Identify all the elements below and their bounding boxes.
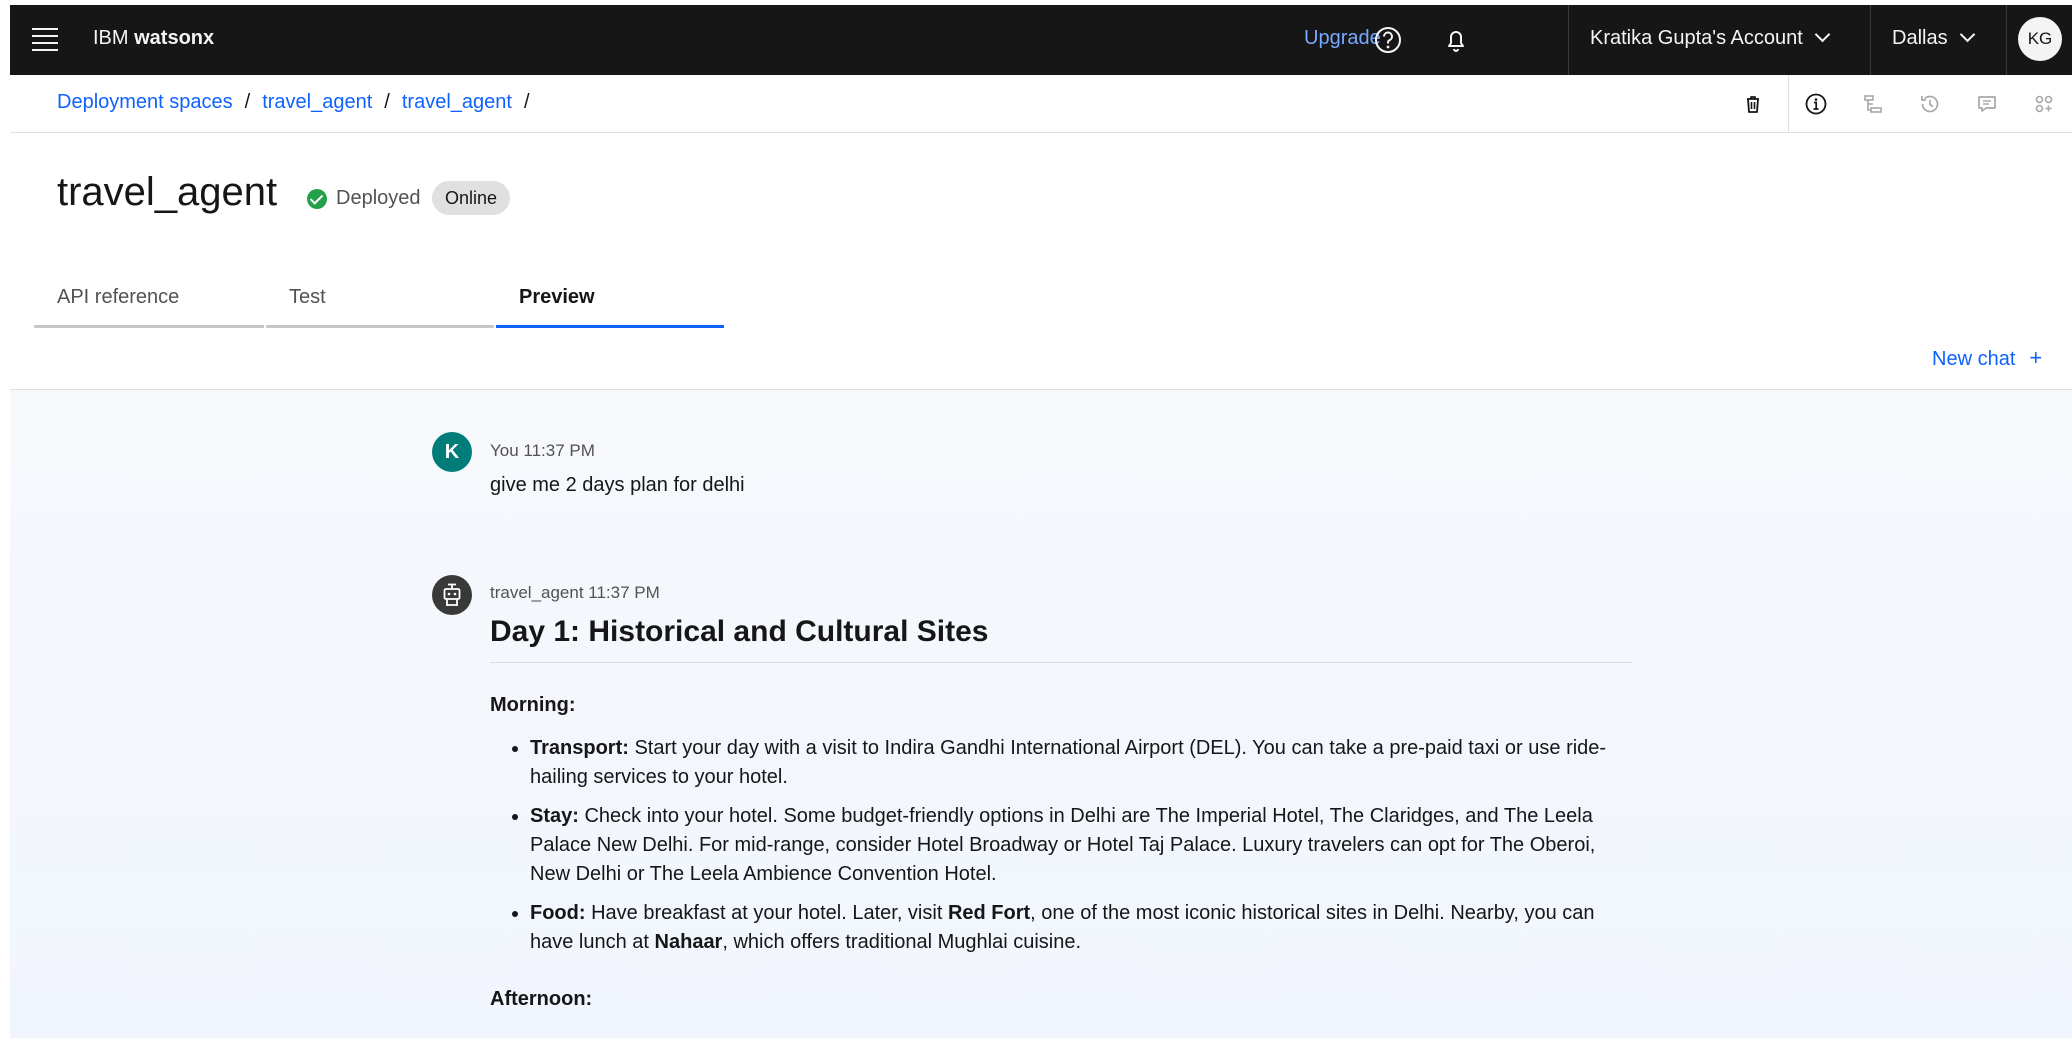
divider bbox=[1870, 5, 1871, 75]
answer-heading: Day 1: Historical and Cultural Sites bbox=[490, 612, 1632, 663]
breadcrumb-separator: / bbox=[523, 91, 530, 113]
region-switcher[interactable]: Dallas bbox=[1892, 26, 1975, 50]
status-label: Deployed bbox=[336, 187, 421, 209]
divider bbox=[2006, 5, 2007, 75]
list-item: Stay: Check into your hotel. Some budget… bbox=[530, 802, 1632, 889]
agent-message-meta: travel_agent 11:37 PM bbox=[490, 583, 660, 602]
account-switcher[interactable]: Kratika Gupta's Account bbox=[1590, 26, 1831, 50]
breadcrumb: Deployment spaces / travel_agent / travel_ag… bbox=[57, 91, 542, 114]
section-afternoon: Afternoon: bbox=[490, 988, 593, 1010]
user-message-text: give me 2 days plan for delhi bbox=[490, 474, 745, 496]
itinerary-list: Transport: Start your day with a visit t… bbox=[490, 734, 1632, 957]
breadcrumb-separator: / bbox=[384, 91, 390, 113]
tab-preview[interactable]: Preview bbox=[496, 282, 724, 328]
tab-test[interactable]: Test bbox=[266, 282, 494, 328]
chevron-down-icon bbox=[1959, 26, 1975, 43]
user-avatar[interactable]: KG bbox=[2018, 17, 2062, 61]
help-icon[interactable] bbox=[1370, 22, 1406, 58]
notification-bell-icon[interactable] bbox=[1438, 22, 1474, 58]
divider bbox=[1568, 5, 1569, 75]
chat-panel[interactable]: K You 11:37 PM give me 2 days plan for d… bbox=[10, 390, 2072, 1038]
list-item: Food: Have breakfast at your hotel. Late… bbox=[530, 899, 1632, 957]
top-nav-bar: IBM watsonx Upgrade Kratika Gupta's Acco… bbox=[10, 5, 2072, 75]
section-morning: Morning: bbox=[490, 694, 576, 716]
new-chat-button[interactable]: New chat + bbox=[1932, 345, 2042, 371]
breadcrumb-separator: / bbox=[244, 91, 251, 113]
breadcrumb-deployment[interactable]: travel_agent bbox=[402, 91, 512, 113]
breadcrumb-bar: Deployment spaces / travel_agent / travel_ag… bbox=[10, 75, 2072, 133]
apps-grid-icon[interactable] bbox=[2031, 91, 2057, 117]
tab-api-reference[interactable]: API reference bbox=[34, 282, 264, 328]
user-message-avatar: K bbox=[432, 432, 472, 472]
hamburger-menu-icon[interactable] bbox=[32, 28, 58, 52]
information-icon[interactable] bbox=[1803, 91, 1829, 117]
breadcrumb-deployment-spaces[interactable]: Deployment spaces bbox=[57, 91, 233, 113]
agent-message-body: Day 1: Historical and Cultural Sites Mor… bbox=[490, 612, 1632, 1028]
user-message-meta: You 11:37 PM bbox=[490, 441, 595, 460]
add-icon: + bbox=[2029, 345, 2043, 370]
comment-icon[interactable] bbox=[1974, 91, 2000, 117]
agent-avatar-robot-icon bbox=[432, 575, 472, 615]
product-name[interactable]: IBM watsonx bbox=[93, 27, 214, 50]
checkmark-filled-icon bbox=[307, 188, 327, 209]
divider bbox=[1788, 75, 1789, 132]
hierarchy-icon[interactable] bbox=[1860, 91, 1886, 117]
page-title: travel_agent bbox=[57, 170, 278, 214]
list-item: Transport: Start your day with a visit t… bbox=[530, 734, 1632, 792]
history-icon[interactable] bbox=[1917, 91, 1943, 117]
online-tag: Online bbox=[432, 181, 511, 215]
delete-trash-icon[interactable] bbox=[1740, 91, 1766, 117]
app-frame: IBM watsonx Upgrade Kratika Gupta's Acco… bbox=[10, 5, 2072, 1038]
breadcrumb-space[interactable]: travel_agent bbox=[262, 91, 372, 113]
chevron-down-icon bbox=[1814, 26, 1831, 43]
deployment-status: Deployed bbox=[307, 187, 421, 210]
